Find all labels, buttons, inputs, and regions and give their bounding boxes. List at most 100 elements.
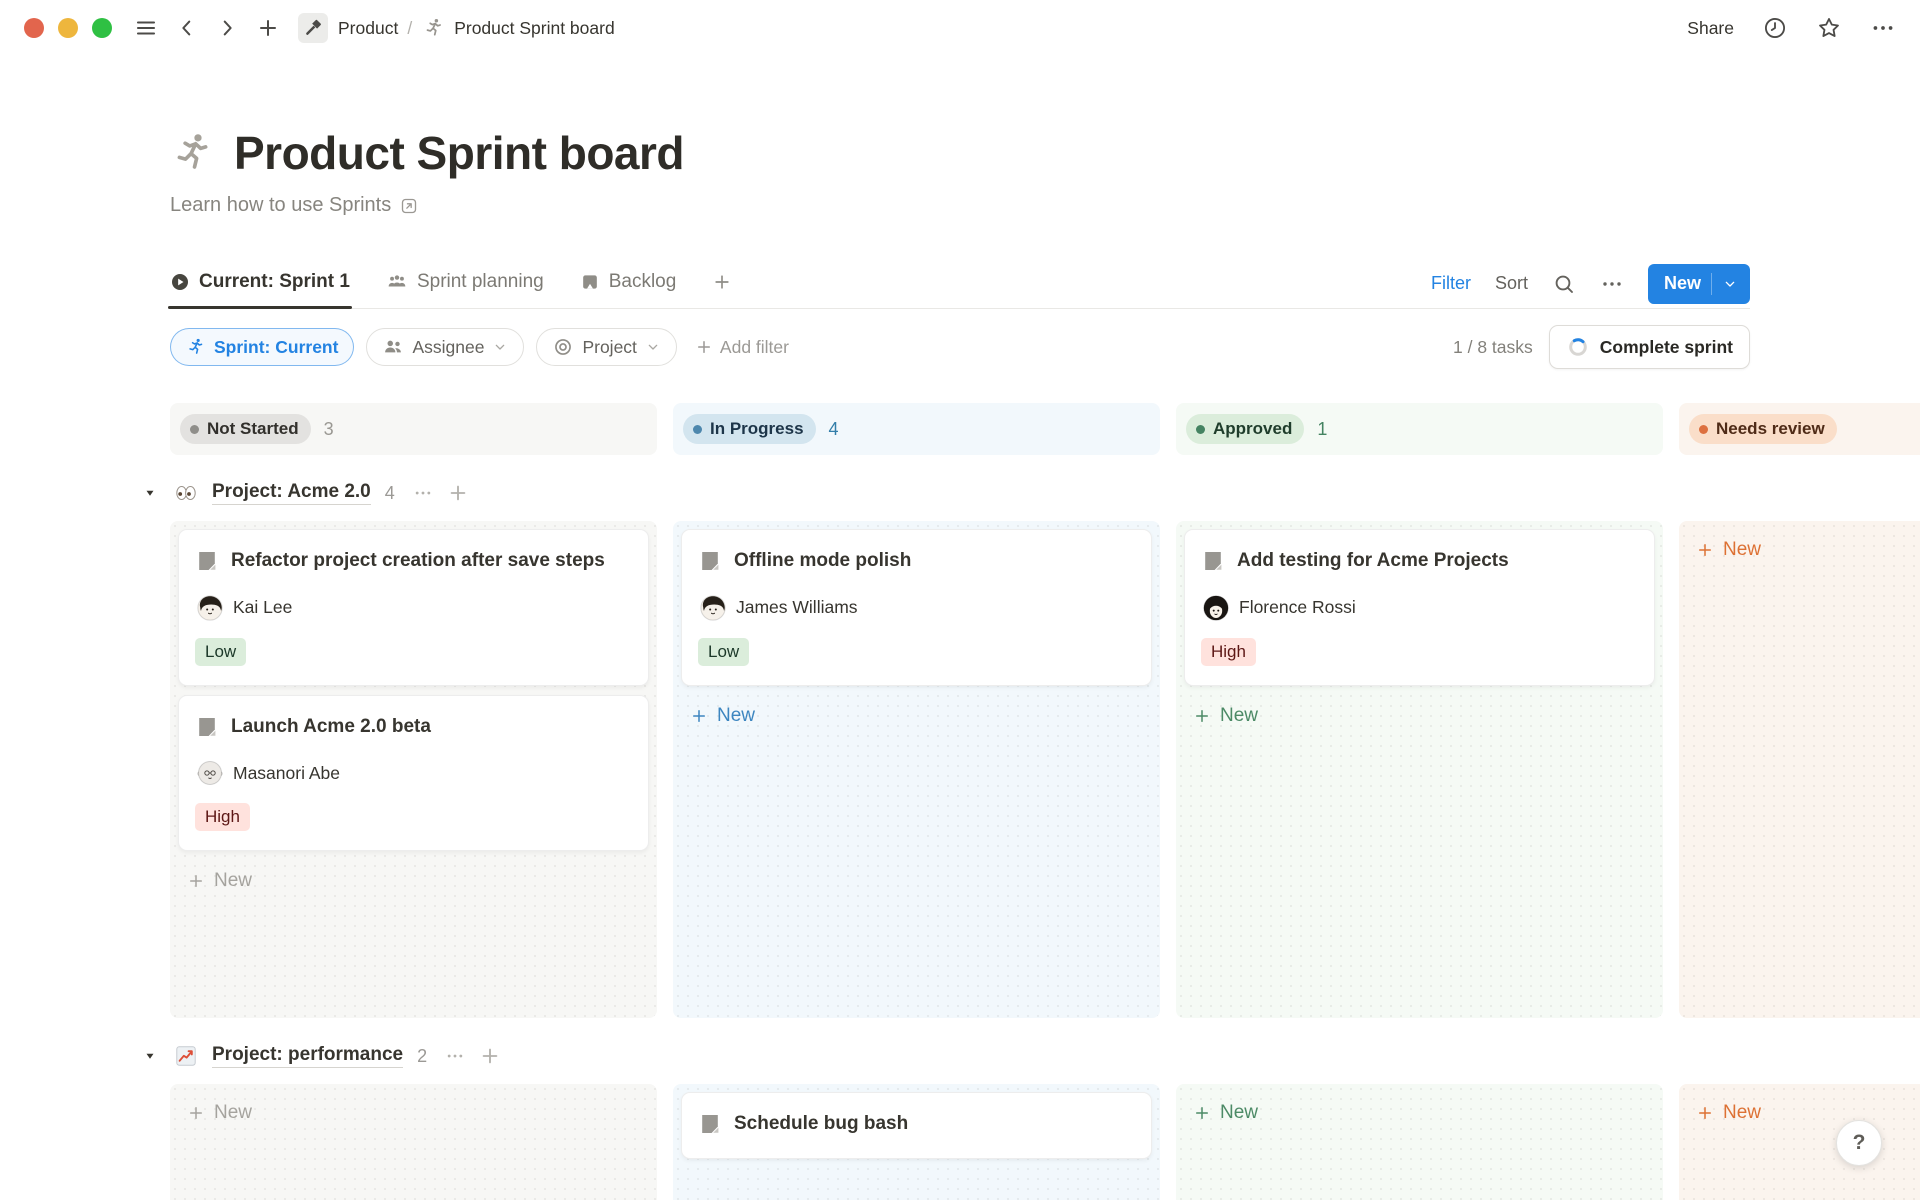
breadcrumb-space[interactable]: Product — [338, 18, 398, 39]
eyes-emoji — [174, 481, 198, 505]
new-card-label: New — [1220, 1102, 1258, 1124]
window-zoom-button[interactable] — [92, 18, 112, 38]
column-header-in-progress: In Progress4 — [673, 403, 1160, 455]
new-button[interactable]: New — [1648, 264, 1750, 304]
tab-current-sprint[interactable]: Current: Sprint 1 — [170, 259, 350, 308]
new-page-icon[interactable] — [256, 16, 280, 40]
filter-bar: Sprint: Current Assignee Project Add fil… — [170, 325, 1750, 369]
sidebar-menu-icon[interactable] — [134, 16, 158, 40]
priority-badge: High — [195, 803, 250, 831]
chevron-down-icon — [645, 339, 661, 355]
card[interactable]: Add testing for Acme ProjectsFlorence Ro… — [1184, 529, 1655, 686]
chevron-down-icon[interactable] — [1722, 276, 1738, 292]
card[interactable]: Launch Acme 2.0 betaMasanori AbeHigh — [178, 695, 649, 852]
group-header: Project: Acme 2.04 — [144, 481, 1920, 505]
help-button[interactable]: ? — [1836, 1120, 1882, 1166]
tab-label: Backlog — [609, 271, 677, 293]
page-icon-runner — [170, 130, 216, 176]
card-top: Add testing for Acme Projects — [1201, 547, 1638, 576]
new-card-button[interactable]: New — [1687, 529, 1920, 571]
new-card-button[interactable]: New — [1687, 1092, 1920, 1134]
status-pill-in-progress[interactable]: In Progress — [683, 414, 816, 444]
status-pill-approved[interactable]: Approved — [1186, 414, 1304, 444]
assignee-name: James Williams — [736, 597, 858, 618]
tab-backlog[interactable]: Backlog — [580, 259, 677, 308]
more-options-icon[interactable] — [1870, 15, 1896, 41]
assignee-filter-pill[interactable]: Assignee — [366, 328, 524, 366]
plus-icon — [1696, 541, 1714, 559]
project-filter-pill[interactable]: Project — [536, 328, 676, 366]
sprint-filter-pill[interactable]: Sprint: Current — [170, 328, 354, 366]
card-assignee: Masanori Abe — [195, 760, 632, 786]
runner-icon — [186, 337, 206, 357]
avatar-curly-dark — [197, 595, 223, 621]
plus-icon — [1696, 1104, 1714, 1122]
filter-button[interactable]: Filter — [1431, 273, 1471, 294]
column-header-needs-review: Needs review — [1679, 403, 1920, 455]
priority-badge: Low — [698, 638, 749, 666]
window-close-button[interactable] — [24, 18, 44, 38]
chevron-down-icon — [492, 339, 508, 355]
window-minimize-button[interactable] — [58, 18, 78, 38]
status-label: In Progress — [710, 419, 804, 439]
card[interactable]: Refactor project creation after save ste… — [178, 529, 649, 686]
tab-sprint-planning[interactable]: Sprint planning — [386, 259, 544, 308]
favorite-star-icon[interactable] — [1816, 15, 1842, 41]
add-view-button[interactable] — [712, 259, 732, 308]
plus-icon[interactable] — [447, 482, 469, 504]
learn-sprints-link[interactable]: Learn how to use Sprints — [170, 194, 1750, 217]
status-pill-not-started[interactable]: Not Started — [180, 414, 311, 444]
status-label: Needs review — [1716, 419, 1825, 439]
breadcrumb-page[interactable]: Product Sprint board — [454, 18, 615, 39]
board-cell-not-started: New — [170, 1084, 657, 1200]
teamspace-icon[interactable] — [298, 13, 328, 43]
triangle-down-icon[interactable] — [144, 487, 156, 499]
two-person-icon — [382, 336, 404, 358]
plus-icon[interactable] — [479, 1045, 501, 1067]
people-icon — [386, 271, 408, 293]
triangle-down-icon[interactable] — [144, 1050, 156, 1062]
new-card-button[interactable]: New — [681, 695, 1152, 737]
new-card-button[interactable]: New — [178, 860, 649, 902]
ellipsis-icon[interactable] — [413, 483, 433, 503]
search-icon[interactable] — [1552, 272, 1576, 296]
new-card-button[interactable]: New — [1184, 695, 1655, 737]
priority-badge: High — [1201, 638, 1256, 666]
plus-icon — [187, 872, 205, 890]
nav-back-icon[interactable] — [176, 17, 198, 39]
card-assignee: Kai Lee — [195, 595, 632, 621]
sort-button[interactable]: Sort — [1495, 273, 1528, 294]
view-options-icon[interactable] — [1600, 272, 1624, 296]
column-count: 3 — [324, 419, 334, 440]
group-title[interactable]: Project: Acme 2.0 — [212, 481, 371, 505]
card[interactable]: Schedule bug bash — [681, 1092, 1152, 1159]
page-icon — [698, 1112, 722, 1136]
plus-icon — [712, 272, 732, 292]
breadcrumb-separator: / — [407, 18, 412, 39]
status-dot — [1196, 425, 1205, 434]
task-progress: 1 / 8 tasks — [1453, 337, 1533, 358]
card-title: Refactor project creation after save ste… — [231, 547, 605, 576]
updates-clock-icon[interactable] — [1762, 15, 1788, 41]
plus-icon — [187, 1104, 205, 1122]
nav-forward-icon[interactable] — [216, 17, 238, 39]
status-dot — [693, 425, 702, 434]
new-card-button[interactable]: New — [1184, 1092, 1655, 1134]
card-title: Offline mode polish — [734, 547, 911, 576]
avatar-dark-hair — [1203, 595, 1229, 621]
ellipsis-icon[interactable] — [445, 1046, 465, 1066]
share-button[interactable]: Share — [1687, 18, 1734, 39]
assignee-name: Masanori Abe — [233, 763, 340, 784]
complete-sprint-button[interactable]: Complete sprint — [1549, 325, 1750, 369]
group-title[interactable]: Project: performance — [212, 1044, 403, 1068]
new-card-label: New — [717, 705, 755, 727]
status-pill-needs-review[interactable]: Needs review — [1689, 414, 1837, 444]
add-filter-button[interactable]: Add filter — [695, 337, 789, 358]
board-cell-needs-review: New — [1679, 521, 1920, 1018]
new-card-label: New — [1723, 539, 1761, 561]
card[interactable]: Offline mode polish James Williams Low — [681, 529, 1152, 686]
new-card-label: New — [1220, 705, 1258, 727]
card-top: Refactor project creation after save ste… — [195, 547, 632, 576]
new-card-button[interactable]: New — [178, 1092, 649, 1134]
group-count: 2 — [417, 1046, 427, 1067]
